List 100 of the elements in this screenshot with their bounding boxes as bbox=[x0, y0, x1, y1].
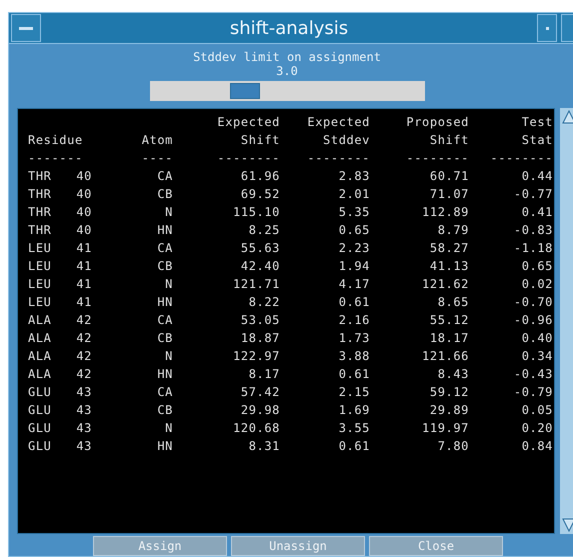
column-underline: -------- bbox=[489, 150, 553, 167]
window-menu-button[interactable] bbox=[11, 14, 41, 42]
table-cell-text: 121.71 bbox=[232, 276, 280, 293]
table-cell-text: CA bbox=[156, 168, 173, 185]
table-cell-text: N bbox=[164, 276, 173, 293]
table-cell-text: 4.17 bbox=[338, 276, 370, 293]
table-cell-text: 1.73 bbox=[338, 330, 370, 347]
table-cell-text: 122.97 bbox=[232, 348, 280, 365]
table-cell-text: 43 bbox=[76, 420, 92, 437]
table-cell-text: 8.65 bbox=[436, 294, 469, 311]
scrollbar[interactable] bbox=[560, 108, 573, 534]
table-cell-text: 3.88 bbox=[338, 348, 370, 365]
table-cell-text: 18.17 bbox=[428, 330, 469, 347]
column-header: Proposed Shift bbox=[405, 114, 469, 149]
table-cell-text: LEU bbox=[28, 294, 52, 311]
table-cell-text: 3.55 bbox=[338, 420, 370, 437]
table-cell-text: -0.79 bbox=[512, 384, 553, 401]
table-cell-text: THR bbox=[28, 186, 52, 203]
table-cell-text: THR bbox=[28, 168, 52, 185]
table-cell-text: 8.22 bbox=[248, 294, 280, 311]
table-cell-text: 61.96 bbox=[240, 168, 280, 185]
action-button[interactable]: Close bbox=[369, 536, 503, 556]
table-cell-text: 0.02 bbox=[520, 276, 553, 293]
minimize-button[interactable] bbox=[537, 14, 557, 42]
table-cell-text: -0.70 bbox=[512, 294, 553, 311]
table-cell-text: 41.13 bbox=[428, 258, 469, 275]
table-cell-text: GLU bbox=[28, 402, 52, 419]
table-cell-text: 40 bbox=[76, 204, 92, 221]
action-button[interactable]: Unassign bbox=[231, 536, 365, 556]
table-cell-text: 43 bbox=[76, 438, 92, 455]
table-cell-text: 8.17 bbox=[248, 366, 280, 383]
table-cell-text: 119.97 bbox=[421, 420, 469, 437]
table-cell-text: GLU bbox=[28, 420, 52, 437]
table-cell-text: LEU bbox=[28, 258, 52, 275]
table-cell-text: 41 bbox=[76, 240, 92, 257]
table-cell-text: 0.44 bbox=[520, 168, 553, 185]
table-cell-text: 0.65 bbox=[338, 222, 370, 239]
slider-track[interactable] bbox=[150, 81, 424, 101]
table-cell-text: 2.01 bbox=[338, 186, 370, 203]
table-cell-text: CB bbox=[156, 330, 173, 347]
table-cell-text: -1.18 bbox=[512, 240, 553, 257]
action-button[interactable]: Assign bbox=[93, 536, 227, 556]
table-cell-text: 0.34 bbox=[520, 348, 553, 365]
table-cell-text: 71.07 bbox=[428, 186, 469, 203]
table-cell-text: HN bbox=[156, 366, 173, 383]
table-cell-text: N bbox=[164, 204, 173, 221]
table-cell-text: CB bbox=[156, 186, 173, 203]
table-cell-text: 43 bbox=[76, 384, 92, 401]
table-cell-text: LEU bbox=[28, 240, 52, 257]
table-cell-text: 58.27 bbox=[428, 240, 469, 257]
column-header: Expected Shift bbox=[216, 114, 280, 149]
table-cell-text: 40 bbox=[76, 222, 92, 239]
table-cell-text: 121.62 bbox=[421, 276, 469, 293]
table-cell-text: 53.05 bbox=[240, 312, 280, 329]
table-cell-text: -0.43 bbox=[512, 366, 553, 383]
slider-thumb[interactable] bbox=[230, 83, 260, 99]
table-cell-text: 0.61 bbox=[338, 438, 370, 455]
table-cell-text: 2.15 bbox=[338, 384, 370, 401]
table-cell-text: ALA bbox=[28, 330, 52, 347]
column-header: Atom bbox=[140, 132, 173, 149]
table-cell-text: 1.69 bbox=[338, 402, 370, 419]
table-cell-text: 8.31 bbox=[248, 438, 280, 455]
table-cell-text: CB bbox=[156, 402, 173, 419]
column-underline: -------- bbox=[216, 150, 280, 167]
slider-label: Stddev limit on assignment bbox=[193, 50, 381, 64]
table-cell-text: 1.94 bbox=[338, 258, 370, 275]
table-cell-text: THR bbox=[28, 204, 52, 221]
column-underline: -------- bbox=[306, 150, 370, 167]
table-cell-text: 42 bbox=[76, 366, 92, 383]
table-cell-text: 43 bbox=[76, 402, 92, 419]
table-cell-text: 55.63 bbox=[240, 240, 280, 257]
table-cell-text: HN bbox=[156, 438, 173, 455]
table-cell-text: HN bbox=[156, 294, 173, 311]
table-cell-text: 5.35 bbox=[338, 204, 370, 221]
table-cell-text: 2.83 bbox=[338, 168, 370, 185]
table-cell-text: -0.83 bbox=[512, 222, 553, 239]
table-cell-text: GLU bbox=[28, 384, 52, 401]
table-cell-text: HN bbox=[156, 222, 173, 239]
table-cell-text: 55.12 bbox=[428, 312, 469, 329]
window-title: shift-analysis bbox=[228, 18, 350, 38]
column-header: Expected Stddev bbox=[306, 114, 370, 149]
column-header: Test Stat bbox=[520, 114, 553, 149]
table-cell-text: 2.16 bbox=[338, 312, 370, 329]
table-cell-text: 42 bbox=[76, 330, 92, 347]
table-cell-text: 115.10 bbox=[232, 204, 280, 221]
table-cell-text: 0.61 bbox=[338, 366, 370, 383]
table-cell-text: ALA bbox=[28, 366, 52, 383]
scroll-up-arrow-icon[interactable] bbox=[562, 110, 573, 124]
table-cell-text: 0.41 bbox=[520, 204, 553, 221]
table-cell-text: -0.77 bbox=[512, 186, 553, 203]
column-header: Residue bbox=[28, 132, 84, 149]
table-cell-text: 0.40 bbox=[520, 330, 553, 347]
table-cell-text: 41 bbox=[76, 294, 92, 311]
table-cell-text: 112.89 bbox=[421, 204, 469, 221]
table-cell-text: LEU bbox=[28, 276, 52, 293]
table-cell-text: 8.43 bbox=[436, 366, 469, 383]
table-cell-text: 57.42 bbox=[240, 384, 280, 401]
scroll-down-arrow-icon[interactable] bbox=[562, 518, 573, 532]
slider-value: 3.0 bbox=[276, 64, 298, 78]
table-cell-text: 0.84 bbox=[520, 438, 553, 455]
